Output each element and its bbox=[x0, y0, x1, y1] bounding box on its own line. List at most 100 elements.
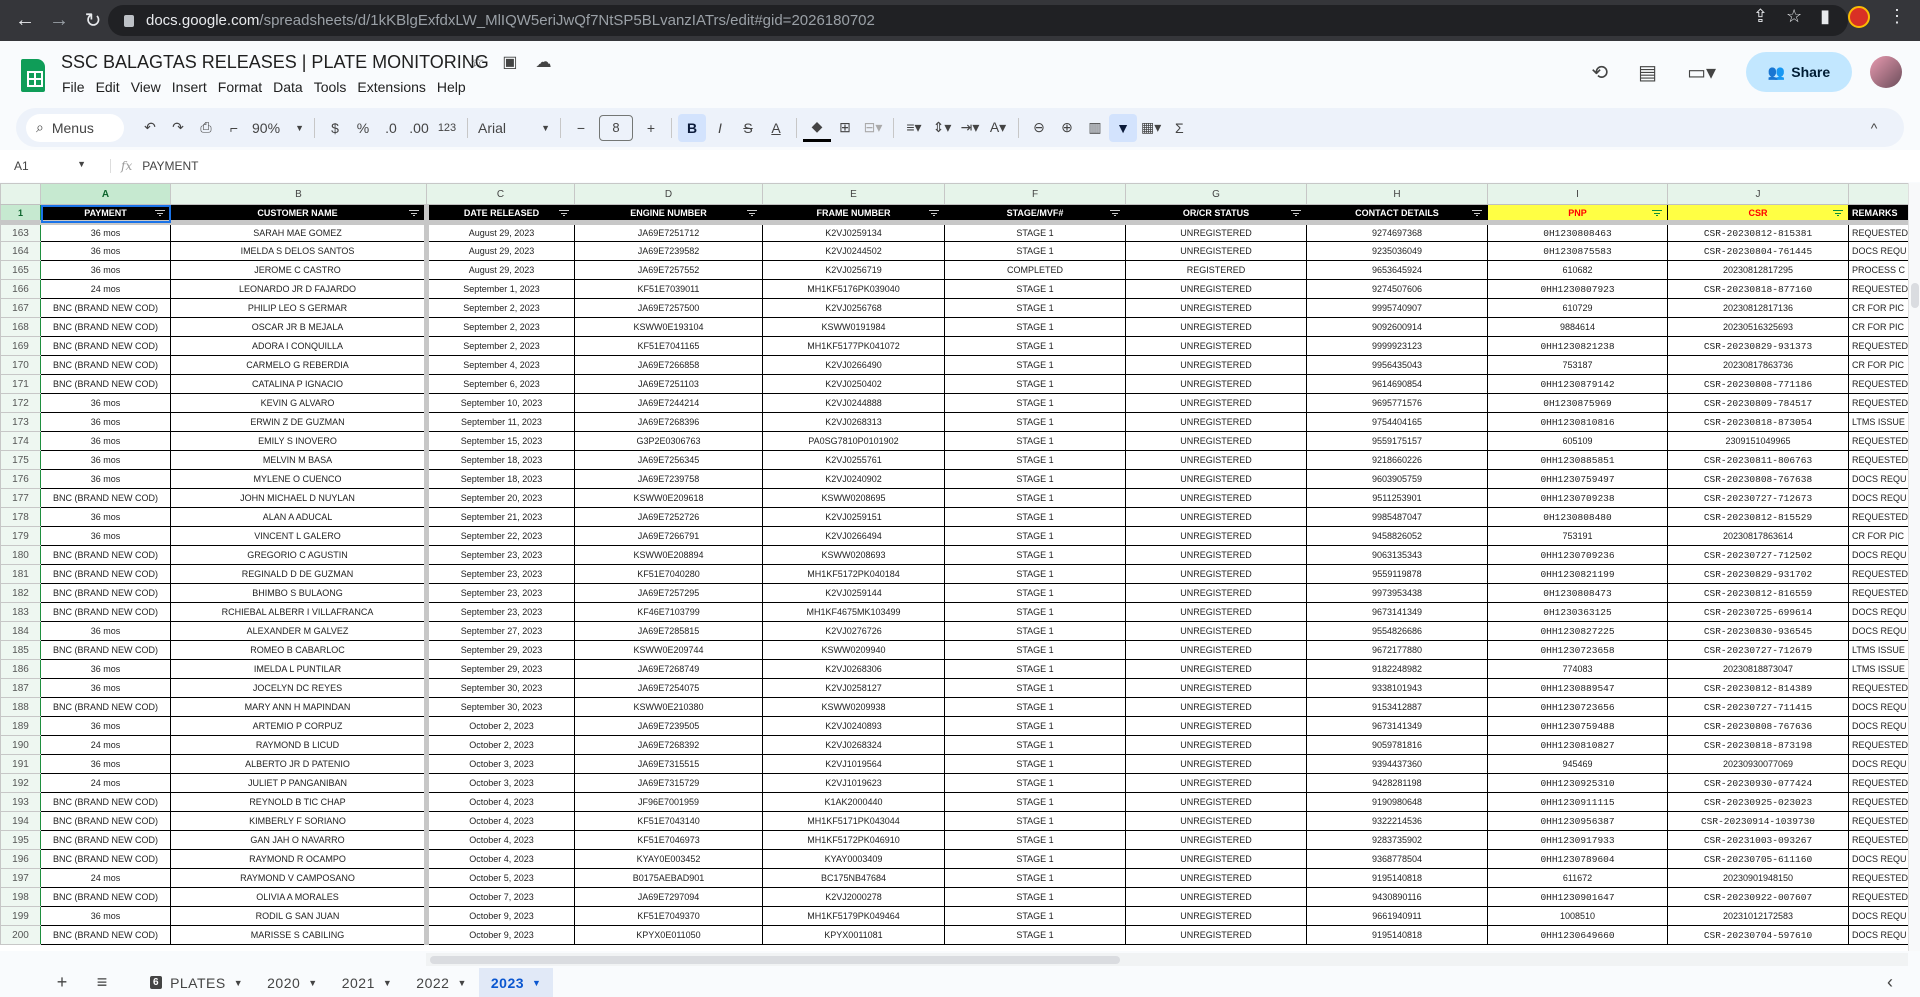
table-cell[interactable]: JA69E7251712 bbox=[574, 222, 763, 242]
row-header[interactable]: 181 bbox=[0, 564, 41, 584]
table-cell[interactable]: 9195140818 bbox=[1306, 925, 1488, 945]
row-header[interactable]: 186 bbox=[0, 659, 41, 679]
table-cell[interactable]: 605109 bbox=[1487, 431, 1668, 451]
table-cell[interactable]: October 4, 2023 bbox=[426, 811, 575, 831]
table-cell[interactable]: 9673141349 bbox=[1306, 716, 1488, 736]
column-header-i[interactable]: I bbox=[1487, 183, 1668, 205]
share-button[interactable]: 👥 Share bbox=[1746, 52, 1852, 92]
table-cell[interactable]: STAGE 1 bbox=[944, 716, 1126, 736]
table-cell[interactable]: JA69E7266791 bbox=[574, 526, 763, 546]
table-cell[interactable]: STAGE 1 bbox=[944, 887, 1126, 907]
table-cell[interactable]: K2VJ0266490 bbox=[762, 355, 945, 375]
table-cell[interactable]: September 30, 2023 bbox=[426, 678, 575, 698]
table-cell[interactable]: DOCS REQU bbox=[1848, 849, 1908, 869]
table-cell[interactable]: STAGE 1 bbox=[944, 830, 1126, 850]
row-header[interactable]: 191 bbox=[0, 754, 41, 774]
table-cell[interactable]: UNREGISTERED bbox=[1125, 773, 1307, 793]
table-cell[interactable]: JA69E7252726 bbox=[574, 507, 763, 527]
menu-file[interactable]: File bbox=[60, 79, 94, 95]
table-cell[interactable]: September 6, 2023 bbox=[426, 374, 575, 394]
row-header[interactable]: 165 bbox=[0, 260, 41, 280]
table-cell[interactable]: 9554826686 bbox=[1306, 621, 1488, 641]
table-cell[interactable]: 9884614 bbox=[1487, 317, 1668, 337]
table-cell[interactable]: UNREGISTERED bbox=[1125, 279, 1307, 299]
table-cell[interactable]: KSWW0E210380 bbox=[574, 697, 763, 717]
bookmark-star-icon[interactable]: ☆ bbox=[1786, 6, 1802, 28]
move-folder-icon[interactable]: ▣ bbox=[502, 52, 517, 72]
table-cell[interactable]: K2VJ0268324 bbox=[762, 735, 945, 755]
table-cell[interactable]: STAGE 1 bbox=[944, 868, 1126, 888]
table-cell[interactable]: STAGE 1 bbox=[944, 545, 1126, 565]
table-cell[interactable]: UNREGISTERED bbox=[1125, 849, 1307, 869]
row-header[interactable]: 176 bbox=[0, 469, 41, 489]
table-cell[interactable]: 9274697368 bbox=[1306, 222, 1488, 242]
table-cell[interactable]: KF51E7041165 bbox=[574, 336, 763, 356]
table-cell[interactable]: K2VJ0250402 bbox=[762, 374, 945, 394]
table-cell[interactable]: 9218660226 bbox=[1306, 450, 1488, 470]
table-cell[interactable]: BNC (BRAND NEW COD) bbox=[40, 374, 171, 394]
table-cell[interactable]: DOCS REQU bbox=[1848, 241, 1908, 261]
table-cell[interactable]: UNREGISTERED bbox=[1125, 678, 1307, 698]
table-cell[interactable]: 945469 bbox=[1487, 754, 1668, 774]
table-cell[interactable]: UNREGISTERED bbox=[1125, 450, 1307, 470]
row-header[interactable]: 169 bbox=[0, 336, 41, 356]
row-header[interactable]: 172 bbox=[0, 393, 41, 413]
table-cell[interactable]: September 21, 2023 bbox=[426, 507, 575, 527]
collapse-toolbar-icon[interactable]: ^ bbox=[1860, 114, 1888, 142]
table-cell[interactable]: 9182248982 bbox=[1306, 659, 1488, 679]
table-cell[interactable]: OLIVIA A MORALES bbox=[170, 887, 429, 907]
table-cell[interactable]: 0HH1230810816 bbox=[1487, 412, 1668, 432]
table-cell[interactable]: 0HH1230901647 bbox=[1487, 887, 1668, 907]
vertical-scroll-thumb[interactable] bbox=[1911, 283, 1919, 308]
table-cell[interactable]: ARTEMIO P CORPUZ bbox=[170, 716, 429, 736]
row-header[interactable]: 178 bbox=[0, 507, 41, 527]
table-cell[interactable]: JA69E7297094 bbox=[574, 887, 763, 907]
table-cell[interactable]: REQUESTED bbox=[1848, 583, 1908, 603]
font-select[interactable]: Arial ▼ bbox=[474, 114, 554, 142]
table-cell[interactable]: UNREGISTERED bbox=[1125, 431, 1307, 451]
table-cell[interactable]: KIMBERLY F SORIANO bbox=[170, 811, 429, 831]
table-cell[interactable]: KPYX0E011050 bbox=[574, 925, 763, 945]
table-cell[interactable]: 20230817863614 bbox=[1667, 526, 1849, 546]
table-cell[interactable]: 9603905759 bbox=[1306, 469, 1488, 489]
redo-icon[interactable]: ↷ bbox=[164, 114, 192, 142]
vertical-scrollbar[interactable] bbox=[1908, 183, 1920, 951]
table-cell[interactable]: 20230901948150 bbox=[1667, 868, 1849, 888]
table-cell[interactable]: LTMS ISSUE bbox=[1848, 640, 1908, 660]
table-cell[interactable]: CSR-20230804-761445 bbox=[1667, 241, 1849, 261]
table-cell[interactable]: K2VJ0268313 bbox=[762, 412, 945, 432]
table-cell[interactable]: 9063135343 bbox=[1306, 545, 1488, 565]
table-cell[interactable]: MH1KF5171PK043044 bbox=[762, 811, 945, 831]
table-cell[interactable]: September 23, 2023 bbox=[426, 583, 575, 603]
table-cell[interactable]: K2VJ0268306 bbox=[762, 659, 945, 679]
table-cell[interactable]: LEONARDO JR D FAJARDO bbox=[170, 279, 429, 299]
profile-icon[interactable] bbox=[1848, 6, 1870, 28]
table-cell[interactable]: STAGE 1 bbox=[944, 431, 1126, 451]
table-cell[interactable]: JA69E7254075 bbox=[574, 678, 763, 698]
spreadsheet-grid[interactable]: A B C D E F G H I J 1 PAYMENT CUSTOMER NAME DATE RELE… bbox=[0, 183, 1908, 951]
collapse-side-panel-icon[interactable]: ‹ bbox=[1870, 972, 1910, 993]
table-cell[interactable]: JA69E7239582 bbox=[574, 241, 763, 261]
table-cell[interactable]: DOCS REQU bbox=[1848, 469, 1908, 489]
table-cell[interactable]: REQUESTED bbox=[1848, 792, 1908, 812]
table-cell[interactable]: SARAH MAE GOMEZ bbox=[170, 222, 429, 242]
row-header[interactable]: 193 bbox=[0, 792, 41, 812]
cloud-status-icon[interactable]: ☁ bbox=[535, 52, 551, 72]
row-header[interactable]: 166 bbox=[0, 279, 41, 299]
table-cell[interactable]: 36 mos bbox=[40, 393, 171, 413]
table-cell[interactable]: 9661940911 bbox=[1306, 906, 1488, 926]
table-cell[interactable]: JA69E7257500 bbox=[574, 298, 763, 318]
row-header[interactable]: 182 bbox=[0, 583, 41, 603]
table-cell[interactable]: 9428281198 bbox=[1306, 773, 1488, 793]
table-cell[interactable]: EMILY S INOVERO bbox=[170, 431, 429, 451]
table-cell[interactable]: UNREGISTERED bbox=[1125, 640, 1307, 660]
currency-format-button[interactable]: $ bbox=[321, 114, 349, 142]
table-cell[interactable]: CR FOR PIC bbox=[1848, 526, 1908, 546]
insert-chart-icon[interactable]: ▥ bbox=[1081, 114, 1109, 142]
table-cell[interactable]: 9195140818 bbox=[1306, 868, 1488, 888]
sheet-tab-plates[interactable]: 6 PLATES ▼ bbox=[138, 968, 255, 997]
table-cell[interactable]: STAGE 1 bbox=[944, 659, 1126, 679]
row-header[interactable]: 163 bbox=[0, 222, 41, 242]
table-cell[interactable]: JA69E7268749 bbox=[574, 659, 763, 679]
table-cell[interactable]: 20230818873047 bbox=[1667, 659, 1849, 679]
